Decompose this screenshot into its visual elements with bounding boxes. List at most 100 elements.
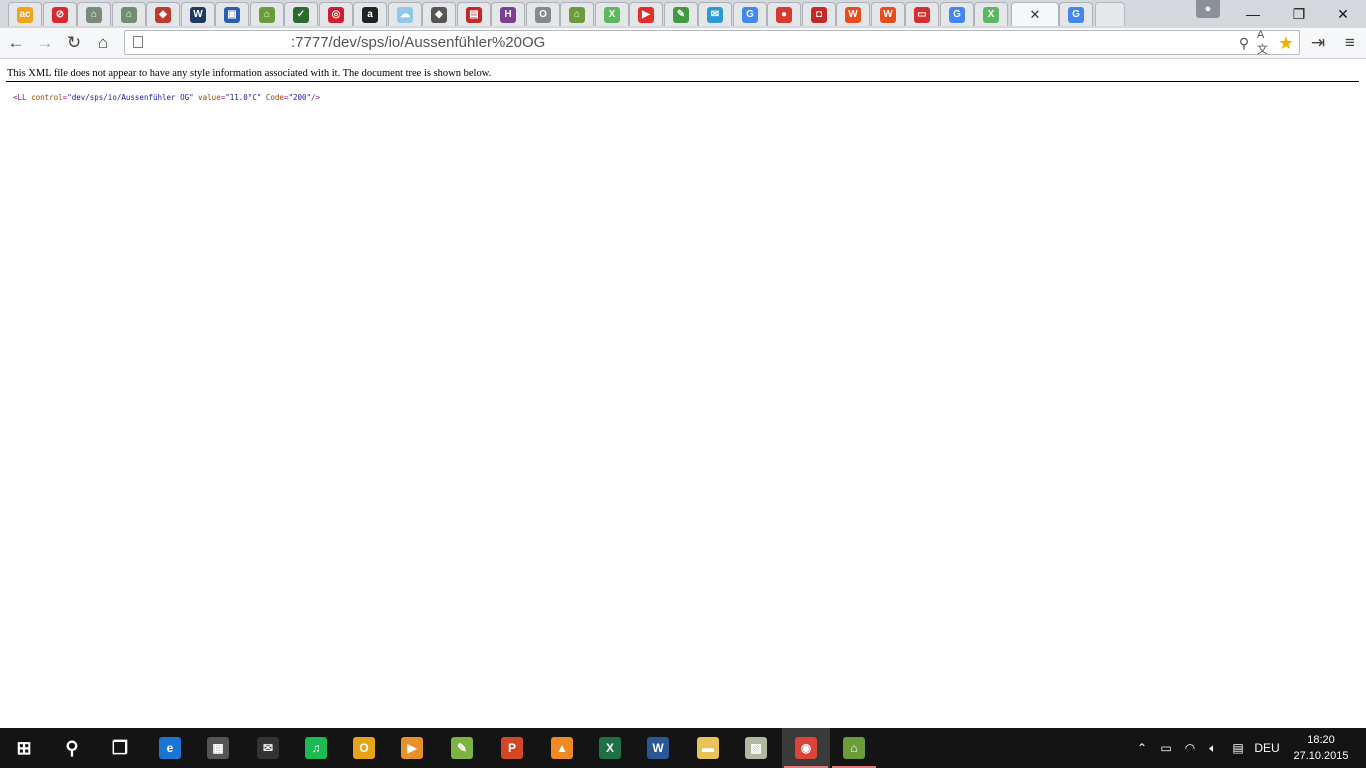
volume-muted-icon[interactable]: 🔈︎ bbox=[1203, 728, 1223, 768]
ac-favicon: ac bbox=[17, 6, 33, 23]
browser-tab[interactable]: ✎ bbox=[664, 2, 698, 26]
browser-tab[interactable]: ⌂ bbox=[112, 2, 146, 26]
reload-button[interactable]: ↻ bbox=[62, 31, 86, 55]
browser-tab[interactable]: ✓ bbox=[284, 2, 318, 26]
browser-tab[interactable]: ⌂ bbox=[560, 2, 594, 26]
forward-button[interactable]: → bbox=[33, 31, 57, 55]
search-button-icon: ⚲ bbox=[65, 737, 79, 758]
browser-tab[interactable]: G bbox=[1059, 2, 1093, 26]
vlc-taskbar-button[interactable]: ▲ bbox=[538, 728, 586, 768]
profile-avatar-icon[interactable]: ● bbox=[1196, 0, 1220, 18]
home-button[interactable]: ⌂ bbox=[91, 31, 115, 55]
browser-tab[interactable]: ● bbox=[767, 2, 801, 26]
back-button[interactable]: ← bbox=[4, 31, 28, 55]
browser-tab[interactable]: W bbox=[181, 2, 215, 26]
menu-button[interactable]: ≡ bbox=[1338, 31, 1362, 55]
chrome-taskbar-button[interactable]: ◉ bbox=[782, 728, 830, 768]
minimize-button[interactable]: — bbox=[1230, 0, 1276, 28]
browser-tab[interactable]: ▣ bbox=[215, 2, 249, 26]
active-browser-tab[interactable]: ✕ bbox=[1011, 2, 1059, 26]
x-favicon: X bbox=[983, 6, 999, 23]
extension-button[interactable]: ⇥ bbox=[1306, 31, 1330, 55]
edge-icon: e bbox=[159, 737, 181, 759]
zoom-icon[interactable]: ⚲ bbox=[1235, 34, 1253, 52]
windows-taskbar: ⌃ ▭ ◠ 🔈︎ ▤ DEU 18:20 27.10.2015 ⊞ ⚲ ❐ e ▦ ✉ ♫ O… bbox=[0, 728, 1366, 768]
browser-toolbar: ← → ↻ ⌂ :7777/dev/sps/io/Aussenfühler%20… bbox=[0, 28, 1366, 59]
notifications-icon[interactable]: ▤ bbox=[1228, 728, 1248, 768]
xml-element: <LL control="dev/sps/io/Aussenfühler OG"… bbox=[13, 93, 321, 102]
edge-taskbar-button[interactable]: e bbox=[146, 728, 194, 768]
spotify-taskbar-button[interactable]: ♫ bbox=[292, 728, 340, 768]
home-icon: ⌂ bbox=[97, 33, 109, 52]
powerpoint-taskbar-button[interactable]: P bbox=[488, 728, 536, 768]
outlook-icon: O bbox=[353, 737, 375, 759]
wifi-icon[interactable]: ◠ bbox=[1180, 728, 1200, 768]
browser-tab[interactable]: a bbox=[353, 2, 387, 26]
browser-tab[interactable]: W bbox=[836, 2, 870, 26]
diamond-favicon: ◆ bbox=[431, 6, 447, 23]
clock[interactable]: 18:20 27.10.2015 bbox=[1284, 728, 1358, 768]
tab-close-icon[interactable]: ✕ bbox=[1030, 7, 1041, 23]
browser-tab[interactable]: ◆ bbox=[146, 2, 180, 26]
translate-icon[interactable]: A文 bbox=[1257, 29, 1275, 56]
pen-favicon: ✎ bbox=[673, 6, 689, 23]
browser-tab[interactable]: ⌂ bbox=[250, 2, 284, 26]
search-button-taskbar-button[interactable]: ⚲ bbox=[48, 728, 96, 768]
browser-tab[interactable]: H bbox=[491, 2, 525, 26]
restore-button[interactable]: ❐ bbox=[1276, 0, 1322, 28]
weather-favicon: ☁ bbox=[397, 6, 413, 23]
browser-tab[interactable]: ◆ bbox=[422, 2, 456, 26]
browser-tab[interactable]: O bbox=[526, 2, 560, 26]
x-favicon: X bbox=[604, 6, 620, 23]
word-icon: W bbox=[647, 737, 669, 759]
address-bar[interactable]: :7777/dev/sps/io/Aussenfühler%20OG ⚲ A文 … bbox=[124, 29, 1300, 56]
outlook-taskbar-button[interactable]: O bbox=[340, 728, 388, 768]
browser-tab[interactable]: X bbox=[595, 2, 629, 26]
browser-tab[interactable]: ac bbox=[8, 2, 42, 26]
back-arrow-icon: ← bbox=[7, 33, 25, 52]
browser-tab[interactable]: ▭ bbox=[905, 2, 939, 26]
home-app-taskbar-button[interactable]: ⌂ bbox=[830, 728, 878, 768]
url-text[interactable]: :7777/dev/sps/io/Aussenfühler%20OG bbox=[291, 34, 545, 51]
browser-tab[interactable]: ▶ bbox=[629, 2, 663, 26]
browser-tab[interactable]: X bbox=[974, 2, 1008, 26]
xml-attr-value: "11.0°C" bbox=[225, 93, 262, 102]
browser-tab[interactable]: W bbox=[871, 2, 905, 26]
browser-tab[interactable]: ⊘ bbox=[43, 2, 77, 26]
file-explorer-taskbar-button[interactable]: ▬ bbox=[684, 728, 732, 768]
home-favicon: ⌂ bbox=[86, 6, 102, 23]
store-taskbar-button[interactable]: ▦ bbox=[194, 728, 242, 768]
browser-tab[interactable]: ☁ bbox=[388, 2, 422, 26]
browser-tab[interactable]: G bbox=[940, 2, 974, 26]
mail-icon: ✉ bbox=[257, 737, 279, 759]
gallery-taskbar-button[interactable]: ▧ bbox=[732, 728, 780, 768]
browser-tab[interactable]: ◘ bbox=[802, 2, 836, 26]
mail-taskbar-button[interactable]: ✉ bbox=[244, 728, 292, 768]
browser-tab[interactable]: ✉ bbox=[698, 2, 732, 26]
bookmark-star-icon[interactable]: ★ bbox=[1277, 33, 1295, 53]
excel-taskbar-button[interactable]: X bbox=[586, 728, 634, 768]
red-square-favicon: ◘ bbox=[811, 6, 827, 23]
utility-taskbar-button[interactable]: ✎ bbox=[438, 728, 486, 768]
page-icon bbox=[133, 36, 143, 48]
browser-tab[interactable]: ⌂ bbox=[77, 2, 111, 26]
new-tab-button[interactable] bbox=[1095, 2, 1125, 26]
reload-icon: ↻ bbox=[66, 33, 82, 52]
start-button-taskbar-button[interactable]: ⊞ bbox=[0, 728, 48, 768]
amazon-favicon: a bbox=[362, 6, 378, 23]
task-view-button-taskbar-button[interactable]: ❐ bbox=[96, 728, 144, 768]
xml-attr-value: "200" bbox=[288, 93, 312, 102]
battery-icon[interactable]: ▭ bbox=[1156, 728, 1176, 768]
word-taskbar-button[interactable]: W bbox=[634, 728, 682, 768]
tray-overflow-chevron-icon[interactable]: ⌃ bbox=[1132, 728, 1152, 768]
close-window-button[interactable]: ✕ bbox=[1320, 0, 1366, 28]
language-indicator[interactable]: DEU bbox=[1252, 728, 1282, 768]
w-favicon: W bbox=[845, 6, 861, 23]
browser-tab[interactable]: ▤ bbox=[457, 2, 491, 26]
media-player-taskbar-button[interactable]: ▶ bbox=[388, 728, 436, 768]
browser-tab[interactable]: ◎ bbox=[319, 2, 353, 26]
h-favicon: H bbox=[500, 6, 516, 23]
browser-tab[interactable]: G bbox=[733, 2, 767, 26]
og-favicon: O bbox=[535, 6, 551, 23]
tomato-favicon: ● bbox=[776, 6, 792, 23]
